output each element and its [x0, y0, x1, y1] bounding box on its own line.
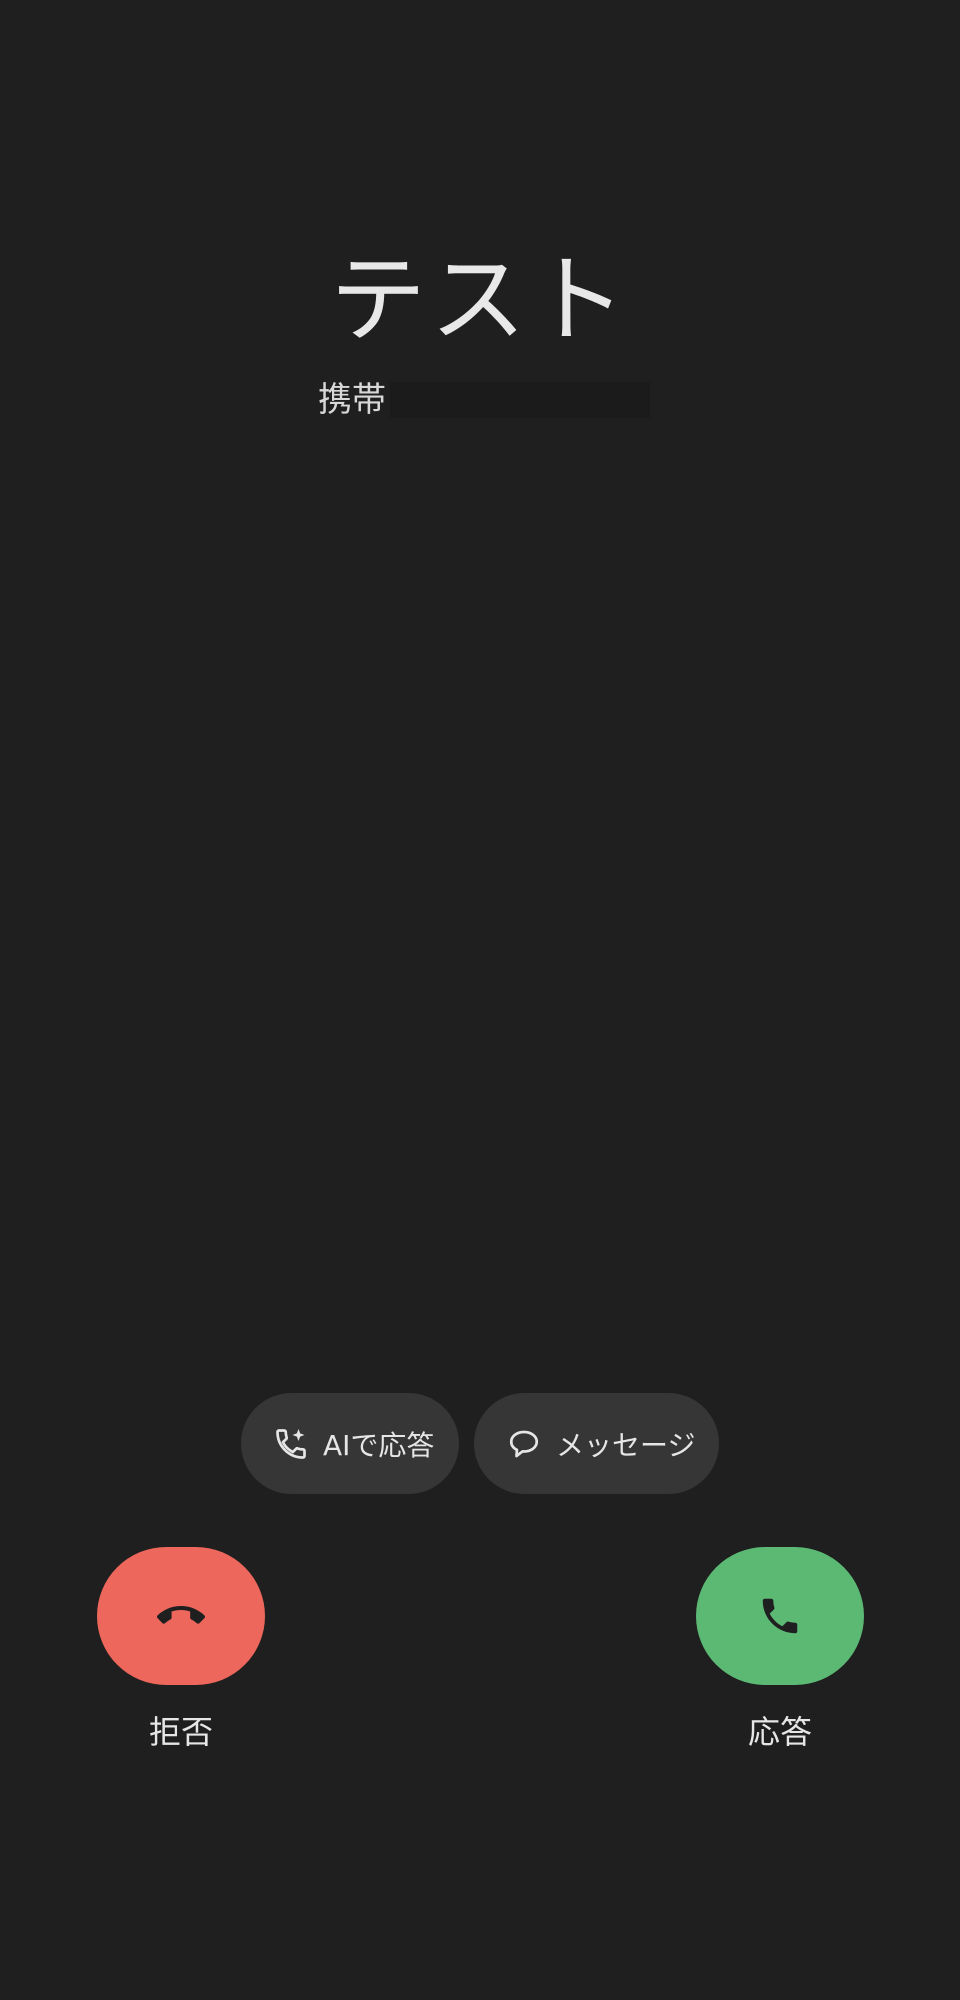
caller-line: 携帯: [318, 382, 650, 418]
decline-button[interactable]: [97, 1547, 265, 1685]
message-button[interactable]: メッセージ: [474, 1393, 719, 1494]
hang-up-icon: [157, 1606, 205, 1624]
caller-line-type: 携帯: [318, 380, 386, 420]
incoming-call-screen: テスト 携帯 AIで応答 メッセージ 拒否 応答: [0, 0, 960, 2000]
caller-name: テスト: [330, 244, 630, 356]
message-label: メッセージ: [556, 1428, 696, 1462]
speech-bubble-icon: [509, 1430, 539, 1457]
phone-icon: [762, 1598, 798, 1634]
decline-label: 拒否: [148, 1713, 213, 1751]
answer-button[interactable]: [696, 1547, 864, 1685]
caller-number-redacted: [390, 382, 650, 418]
phone-sparkle-icon: [276, 1428, 306, 1459]
ai-answer-label: AIで応答: [323, 1428, 435, 1462]
answer-label: 応答: [747, 1713, 812, 1751]
ai-answer-button[interactable]: AIで応答: [241, 1393, 459, 1494]
